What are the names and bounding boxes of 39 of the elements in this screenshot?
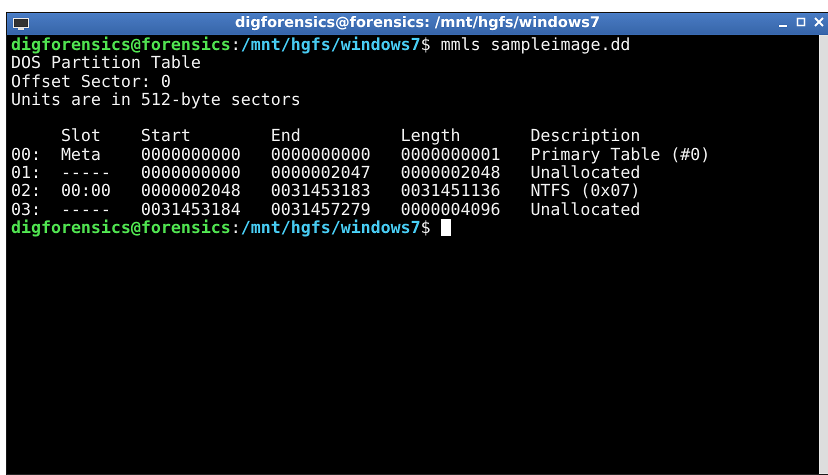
table-cell-text: 02: — [11, 182, 42, 201]
table-cell-text: 0000002047 — [270, 164, 372, 182]
table-cell-text: 0031453184 — [140, 200, 242, 219]
column-header: Description — [530, 127, 640, 146]
table-cell-text: ----- — [60, 164, 112, 182]
table-cell-text: 0031453183 — [270, 182, 372, 201]
table-cell: Unallocated — [530, 200, 640, 219]
table-cell-text: 00: — [11, 146, 42, 164]
table-cell-text: 0031457279 — [270, 200, 372, 219]
monitor-icon — [13, 18, 29, 31]
table-cell-text: 03: — [11, 200, 42, 219]
table-cell-text: 0000004096 — [400, 200, 502, 219]
close-icon[interactable] — [814, 15, 824, 29]
column-header: Length — [400, 127, 462, 146]
table-cell-text: 0000002048 — [400, 164, 502, 182]
output-line: Offset Sector: 0 — [11, 72, 171, 91]
table-cell-text: 0000000001 — [400, 146, 502, 164]
column-header: End — [270, 127, 302, 146]
shell-prompt: digforensics@forensics:/mnt/hgfs/windows7$ — [11, 218, 431, 237]
table-cell-text: ----- — [60, 200, 112, 219]
table-cell: Unallocated — [530, 164, 640, 182]
table-cell-text: 00:00 — [60, 182, 112, 201]
table-cell: Primary Table (#0) — [530, 146, 710, 164]
window-title: digforensics@forensics: /mnt/hgfs/windows7 — [235, 14, 600, 34]
column-header: Start — [140, 127, 192, 146]
table-cell-text: 0000000000 — [140, 164, 242, 182]
scrollbar[interactable] — [819, 35, 828, 474]
table-cell-text: 01: — [11, 164, 42, 182]
command-line: digforensics@forensics:/mnt/hgfs/windows7$ mmls sampleimage.dd — [11, 35, 630, 54]
table-cell-text: 0000000000 — [140, 146, 242, 164]
table-cell-text: 0031451136 — [400, 182, 502, 201]
output-line: DOS Partition Table — [11, 53, 201, 72]
table-cell-text: Meta — [60, 146, 102, 164]
table-cell: NTFS (0x07) — [530, 182, 640, 201]
table-cell-text: 0000002048 — [140, 182, 242, 201]
table-cell-text: 0000000000 — [270, 146, 372, 164]
maximize-icon[interactable] — [796, 15, 806, 29]
output-line: Units are in 512-byte sectors — [11, 90, 301, 109]
column-header: Slot — [60, 127, 102, 146]
